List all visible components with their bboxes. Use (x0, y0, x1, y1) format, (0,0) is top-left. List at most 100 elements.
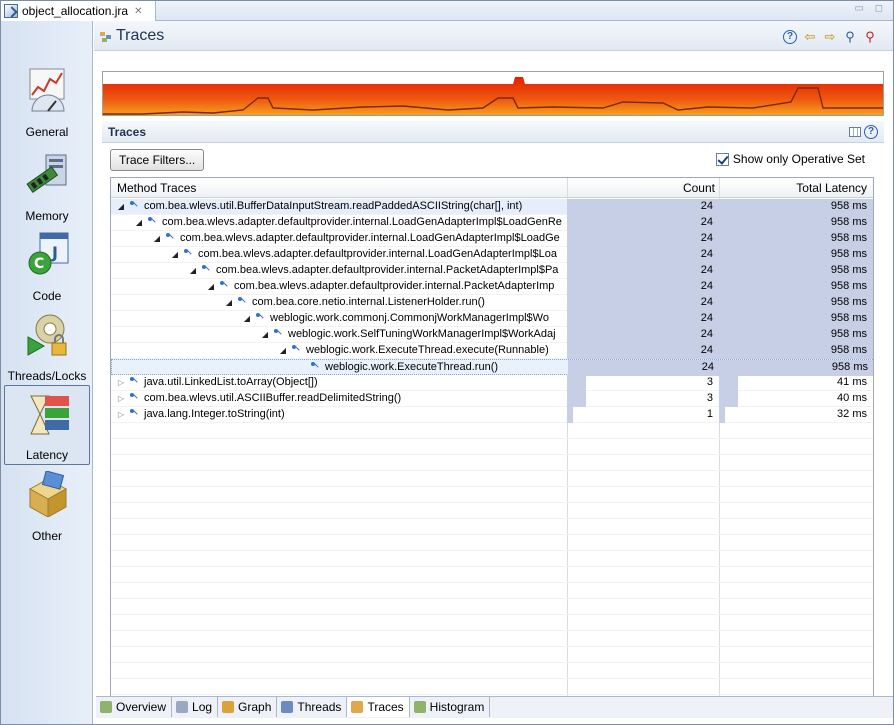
table-row[interactable]: ◢ weblogic.work.SelfTuningWorkManagerImpl… (111, 327, 873, 343)
column-header-total-latency[interactable]: Total Latency (721, 178, 867, 198)
tab-overview[interactable]: Overview (96, 697, 173, 717)
table-row[interactable]: ▷ java.lang.Integer.toString(int) 1 32 ms (111, 407, 873, 423)
table-row[interactable]: ◢ com.bea.wlevs.adapter.defaultprovider.i… (111, 247, 873, 263)
count-value: 24 (700, 312, 713, 324)
expand-arrow-closed-icon[interactable]: ▷ (115, 391, 127, 406)
latency-value: 958 ms (830, 312, 867, 324)
expand-arrow-open-icon[interactable]: ◢ (223, 295, 235, 310)
latency-cell: 958 ms (719, 279, 873, 295)
empty-row (111, 503, 873, 519)
expand-arrow-open-icon[interactable]: ◢ (205, 279, 217, 294)
back-arrow-icon[interactable]: ⇦ (803, 30, 817, 44)
expand-arrow-open-icon[interactable]: ◢ (133, 215, 145, 230)
window-controls[interactable]: ▭ ◻ (854, 3, 887, 14)
count-bar (567, 407, 573, 423)
table-row[interactable]: ▷ com.bea.wlevs.util.ASCIIBuffer.readDeli… (111, 391, 873, 407)
count-value: 24 (700, 264, 713, 276)
expand-arrow-open-icon[interactable]: ◢ (259, 327, 271, 342)
empty-row (111, 471, 873, 487)
help-icon[interactable]: ? (864, 125, 878, 139)
table-row[interactable]: ◢ com.bea.wlevs.util.BufferDataInputStrea… (111, 199, 873, 215)
count-bar (567, 311, 719, 327)
sidebar-item-general[interactable]: General (4, 61, 90, 141)
expand-arrow-open-icon[interactable]: ◢ (241, 311, 253, 326)
method-name: java.util.LinkedList.toArray(Object[]) (144, 376, 318, 388)
table-row[interactable]: ◢ weblogic.work.commonj.CommonjWorkManage… (111, 311, 873, 327)
method-traces-table[interactable]: Method Traces Count Total Latency ◢ com.b… (110, 177, 874, 711)
tab-graph[interactable]: Graph (218, 697, 278, 717)
expand-arrow-closed-icon[interactable]: ▷ (115, 407, 127, 422)
sidebar-item-other[interactable]: Other (4, 465, 90, 545)
latency-value: 958 ms (830, 296, 867, 308)
jra-file-icon (4, 4, 18, 18)
method-name: com.bea.wlevs.adapter.defaultprovider.in… (198, 248, 557, 260)
latency-cell: 958 ms (719, 215, 873, 231)
editor-tab-strip: object_allocation.jra ✕ ▭ ◻ (1, 1, 893, 21)
sidebar-item-threads-locks[interactable]: Threads/Locks (4, 305, 90, 385)
zoom-out-icon[interactable]: ⚲ (863, 30, 877, 44)
file-tab[interactable]: object_allocation.jra ✕ (1, 1, 156, 21)
expand-arrow-open-icon[interactable]: ◢ (169, 247, 181, 262)
latency-value: 32 ms (837, 408, 867, 420)
checkbox-checked[interactable] (715, 152, 729, 166)
tab-group-sidebar: General Memory J C Code Threads/Locks La… (1, 21, 93, 724)
method-name: com.bea.core.netio.internal.ListenerHold… (252, 296, 485, 308)
svg-text:J: J (51, 243, 58, 262)
latency-cell: 958 ms (719, 231, 873, 247)
zoom-in-icon[interactable]: ⚲ (843, 30, 857, 44)
forward-arrow-icon[interactable]: ⇨ (823, 30, 837, 44)
timeline-overview[interactable] (102, 71, 884, 116)
method-cell: ◢ com.bea.wlevs.util.BufferDataInputStrea… (111, 199, 567, 215)
timeline-graph (103, 77, 883, 115)
count-cell: 24 (567, 327, 719, 343)
table-row[interactable]: ◢ com.bea.wlevs.adapter.defaultprovider.i… (111, 231, 873, 247)
expand-arrow-closed-icon[interactable]: ▷ (115, 375, 127, 390)
column-header-count[interactable]: Count (569, 178, 715, 198)
tab-log[interactable]: Log (172, 697, 219, 717)
sidebar-item-memory[interactable]: Memory (4, 145, 90, 225)
trace-filters-button[interactable]: Trace Filters... (110, 149, 205, 171)
expand-arrow-open-icon[interactable]: ◢ (277, 343, 289, 358)
editor-window: object_allocation.jra ✕ ▭ ◻ General Memo… (0, 0, 894, 725)
sidebar-item-label: General (25, 125, 69, 139)
tab-histogram[interactable]: Histogram (410, 697, 491, 717)
table-settings-icon[interactable] (849, 127, 861, 137)
latency-cell: 958 ms (719, 263, 873, 279)
sidebar-item-code[interactable]: J C Code (4, 225, 90, 305)
sidebar-item-latency[interactable]: Latency (4, 385, 90, 465)
method-name: weblogic.work.commonj.CommonjWorkManager… (270, 312, 549, 324)
empty-row (111, 455, 873, 471)
table-row[interactable]: ▷ java.util.LinkedList.toArray(Object[]) 3… (111, 375, 873, 391)
help-icon[interactable]: ? (783, 30, 797, 44)
method-name: com.bea.wlevs.adapter.defaultprovider.in… (162, 216, 562, 228)
empty-row (111, 519, 873, 535)
traces-page: Traces ? ⇦ ⇨ ⚲ ⚲ Traces ? Trace Filters.… (94, 21, 893, 724)
column-header-method-traces[interactable]: Method Traces (117, 178, 196, 198)
method-name: com.bea.wlevs.adapter.defaultprovider.in… (180, 232, 560, 244)
table-row[interactable]: ◢ com.bea.wlevs.adapter.defaultprovider.i… (111, 263, 873, 279)
table-row[interactable]: ◢ weblogic.work.ExecuteThread.execute(Run… (111, 343, 873, 359)
table-row[interactable]: weblogic.work.ExecuteThread.run() 24 958 m… (111, 359, 873, 376)
latency-value: 958 ms (830, 344, 867, 356)
method-cell: ◢ com.bea.wlevs.adapter.defaultprovider.i… (111, 215, 567, 231)
count-value: 24 (701, 361, 714, 373)
latency-value: 40 ms (837, 392, 867, 404)
latency-value: 958 ms (830, 200, 867, 212)
count-bar (567, 215, 719, 231)
close-icon[interactable]: ✕ (134, 6, 142, 17)
method-icon (201, 264, 211, 274)
latency-cell: 958 ms (719, 311, 873, 327)
table-row[interactable]: ◢ com.bea.wlevs.adapter.defaultprovider.i… (111, 279, 873, 295)
method-icon (237, 296, 247, 306)
count-bar (567, 295, 719, 311)
tab-threads[interactable]: Threads (277, 697, 348, 717)
tab-traces[interactable]: Traces (347, 697, 410, 717)
latency-bar (719, 407, 725, 423)
expand-arrow-open-icon[interactable]: ◢ (187, 263, 199, 278)
table-row[interactable]: ◢ com.bea.wlevs.adapter.defaultprovider.i… (111, 215, 873, 231)
latency-bar (719, 375, 738, 391)
expand-arrow-open-icon[interactable]: ◢ (151, 231, 163, 246)
table-row[interactable]: ◢ com.bea.core.netio.internal.ListenerHol… (111, 295, 873, 311)
expand-arrow-open-icon[interactable]: ◢ (115, 199, 127, 214)
show-operative-set-checkbox[interactable]: Show only Operative Set (715, 152, 865, 166)
